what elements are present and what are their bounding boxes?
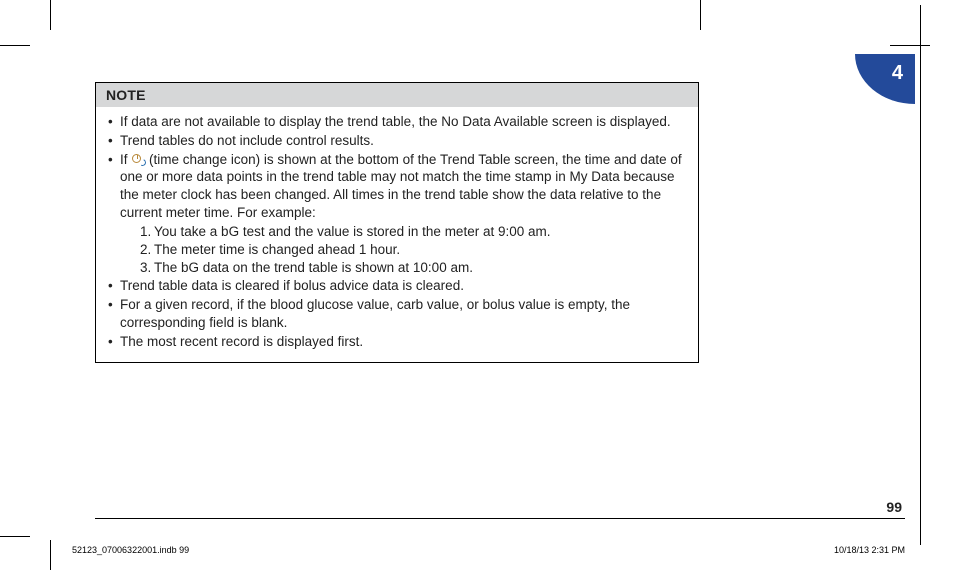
note-bullet: Trend table data is cleared if bolus adv… <box>106 277 688 295</box>
page: 4 NOTE If data are not available to disp… <box>55 20 915 565</box>
note-body: If data are not available to display the… <box>96 107 698 362</box>
note-bullet: Trend tables do not include control resu… <box>106 132 688 150</box>
footer-timestamp: 10/18/13 2:31 PM <box>834 545 905 555</box>
note-box: NOTE If data are not available to displa… <box>95 82 699 363</box>
note-step: 3.The bG data on the trend table is show… <box>140 259 688 277</box>
crop-mark <box>50 540 51 570</box>
note-text: (time change icon) is shown at the botto… <box>120 152 682 220</box>
crop-mark <box>50 0 51 30</box>
note-header: NOTE <box>96 83 698 107</box>
note-bullet: If data are not available to display the… <box>106 113 688 131</box>
time-change-icon <box>131 153 145 165</box>
crop-mark <box>0 45 30 46</box>
crop-mark <box>920 5 921 545</box>
note-step-text: The bG data on the trend table is shown … <box>154 260 473 275</box>
page-number: 99 <box>886 499 902 515</box>
crop-mark <box>0 536 30 537</box>
note-step: 1.You take a bG test and the value is st… <box>140 223 688 241</box>
note-step: 2.The meter time is changed ahead 1 hour… <box>140 241 688 259</box>
chapter-tab: 4 <box>855 54 915 104</box>
note-text: If <box>120 152 131 167</box>
note-step-text: The meter time is changed ahead 1 hour. <box>154 242 400 257</box>
page-number-rule <box>95 518 905 519</box>
chapter-number: 4 <box>892 62 903 85</box>
footer-filename: 52123_07006322001.indb 99 <box>72 545 189 555</box>
note-bullet: The most recent record is displayed firs… <box>106 333 688 351</box>
note-step-text: You take a bG test and the value is stor… <box>154 224 551 239</box>
note-bullet: For a given record, if the blood glucose… <box>106 296 688 332</box>
note-bullet: If (time change icon) is shown at the bo… <box>106 151 688 277</box>
